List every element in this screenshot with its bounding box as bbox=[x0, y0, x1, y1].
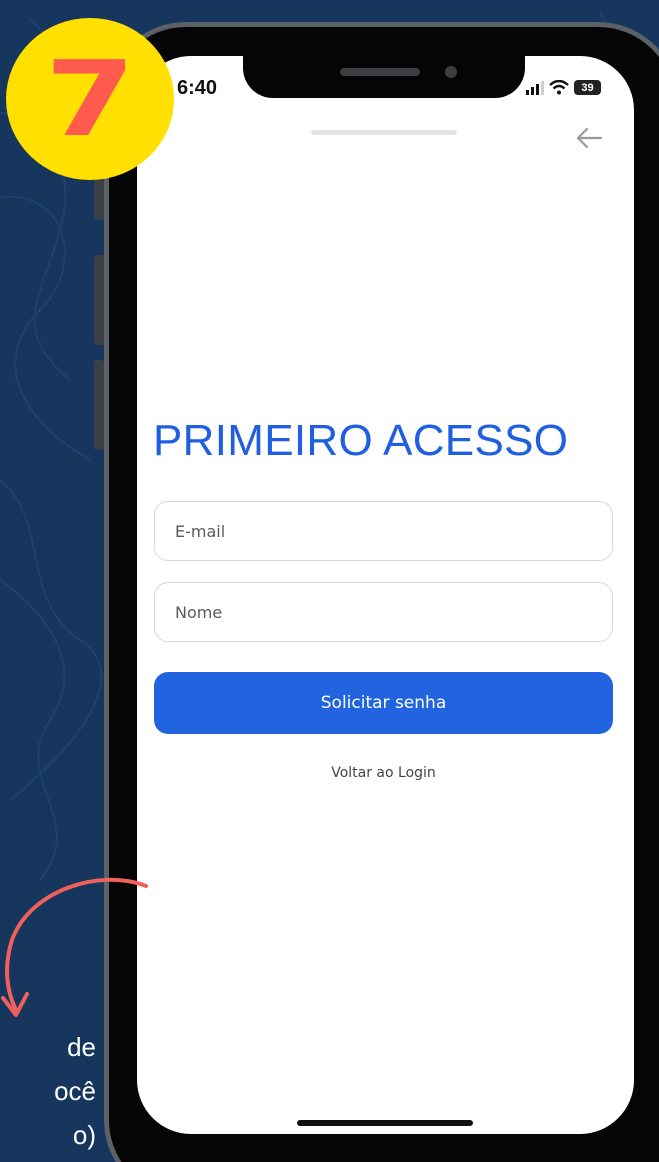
speaker-grille bbox=[340, 68, 420, 76]
wifi-icon bbox=[549, 80, 569, 95]
caption-text: de ocê o) bbox=[0, 1025, 96, 1157]
back-arrow-icon[interactable] bbox=[574, 125, 604, 151]
side-button-volume-up bbox=[94, 255, 104, 345]
email-field[interactable] bbox=[154, 501, 613, 561]
curved-arrow-icon bbox=[1, 877, 148, 1017]
caption-line: o) bbox=[72, 1120, 96, 1150]
sheet-grabber bbox=[311, 130, 457, 135]
request-password-button[interactable]: Solicitar senha bbox=[154, 672, 613, 734]
name-field[interactable] bbox=[154, 582, 613, 642]
phone-notch bbox=[243, 56, 525, 98]
back-to-login-link[interactable]: Voltar ao Login bbox=[154, 765, 613, 781]
status-time: 6:40 bbox=[177, 77, 218, 99]
status-icons: 39 bbox=[526, 80, 601, 95]
side-button-volume-down bbox=[94, 360, 104, 450]
battery-icon: 39 bbox=[574, 80, 601, 95]
caption-line: de bbox=[67, 1032, 96, 1062]
step-badge: 7 bbox=[6, 18, 174, 180]
home-indicator bbox=[297, 1120, 473, 1126]
caption-line: ocê bbox=[54, 1076, 96, 1106]
front-camera bbox=[445, 66, 457, 78]
step-number: 7 bbox=[44, 38, 136, 160]
signal-bars-icon bbox=[526, 80, 544, 95]
page-title: PRIMEIRO ACESSO bbox=[153, 416, 569, 465]
